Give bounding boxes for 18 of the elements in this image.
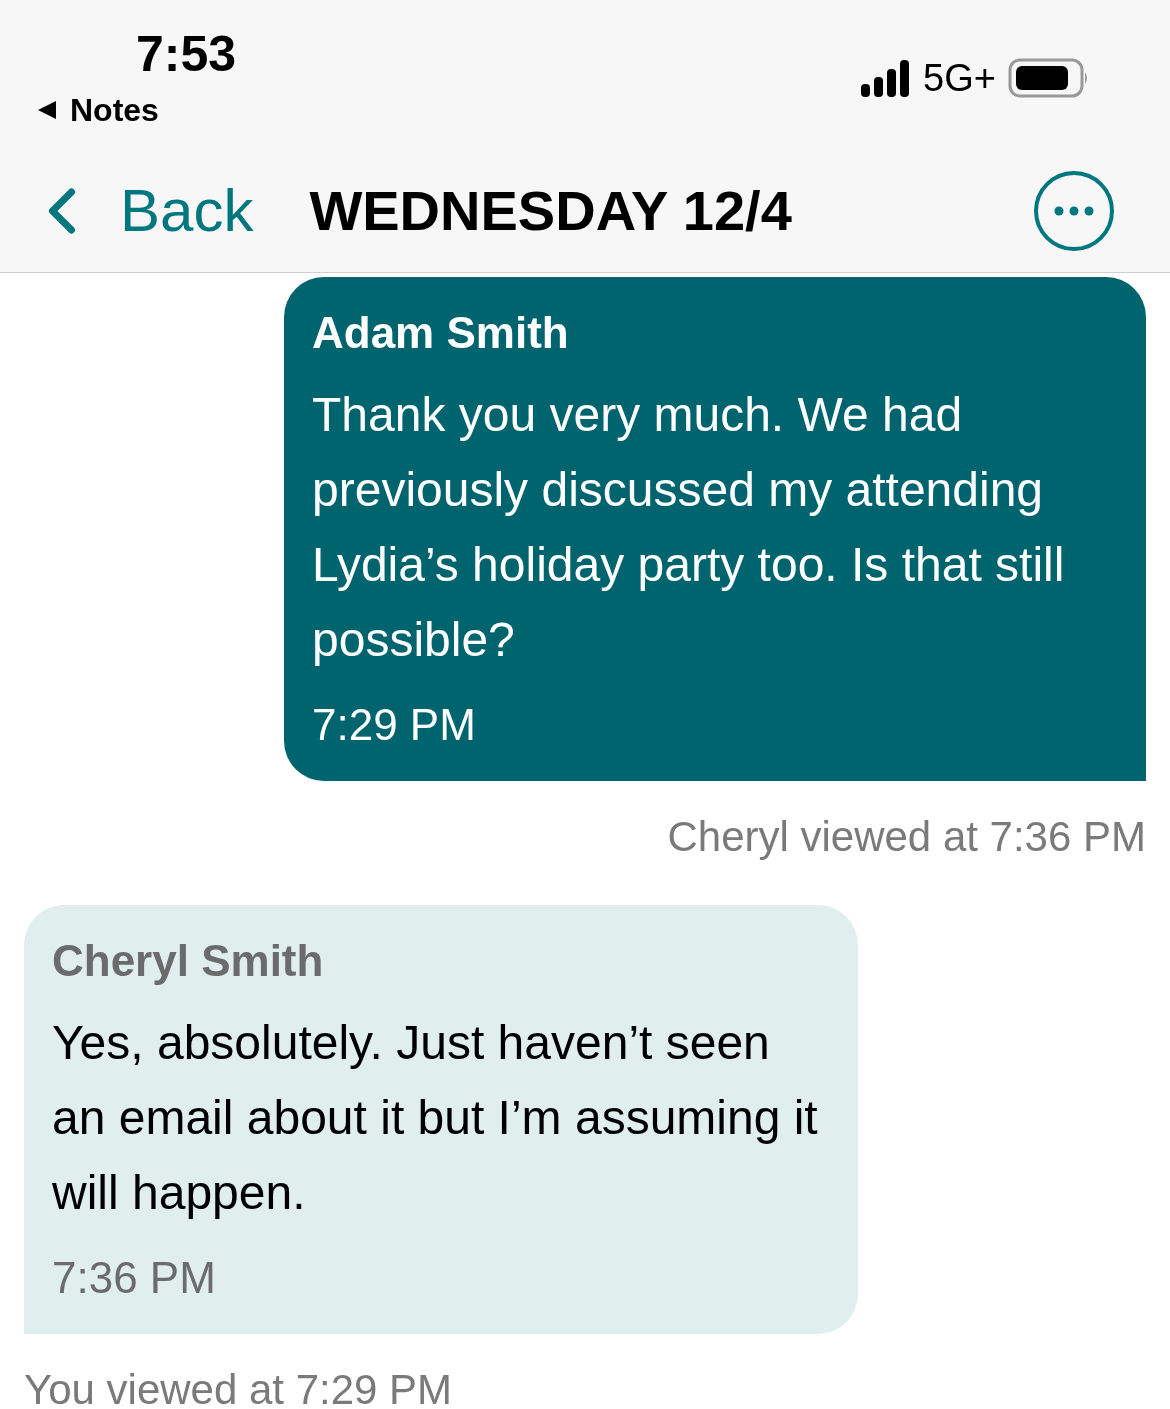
network-label: 5G+ [923,56,996,100]
signal-icon [861,58,912,98]
sender-name: Adam Smith [312,307,570,359]
battery-icon [1008,58,1090,98]
sender-name: Cheryl Smith [52,935,325,987]
triangle-left-icon [36,99,58,121]
status-time: 7:53 [135,25,237,84]
back-to-app-link[interactable]: Notes [36,88,237,132]
message-text: Yes, absolutely. Just haven’t seen an email about it but I’m assuming it will happen. [52,1015,819,1221]
read-receipt: You viewed at 7:29 PM [24,1365,453,1409]
message-time: 7:29 PM [312,699,477,751]
back-button[interactable]: Back [24,173,254,249]
read-receipt: Cheryl viewed at 7:36 PM [667,812,1146,862]
page-title: WEDNESDAY 12/4 [309,178,792,244]
more-icon [1054,206,1094,216]
message-time: 7:36 PM [52,1252,217,1304]
message-text: Thank you very much. We had previously discussed my attending Lydia’s holiday party too. Is that still possible? [312,387,1066,668]
more-options-button[interactable] [1034,171,1114,251]
